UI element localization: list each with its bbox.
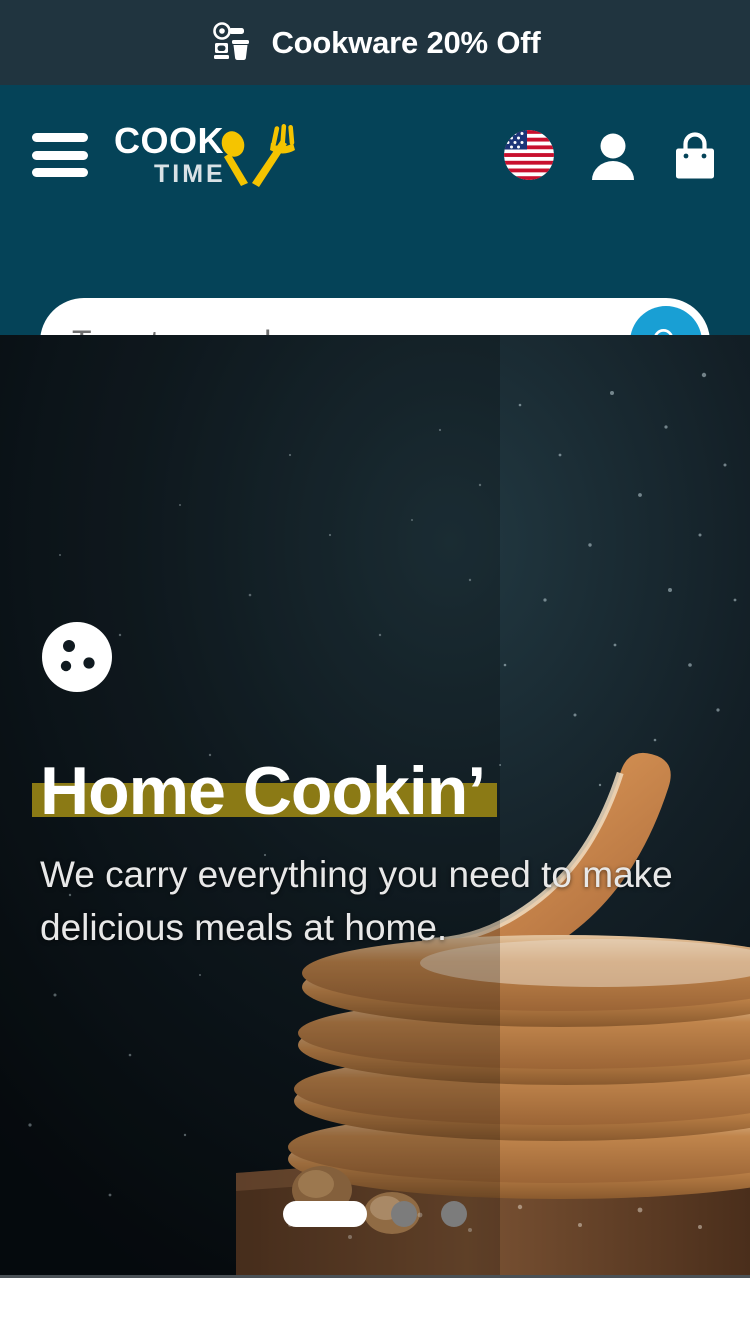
hamburger-bar xyxy=(32,150,88,160)
carousel-dot-2[interactable] xyxy=(391,1201,417,1227)
account-person-icon[interactable] xyxy=(590,130,636,180)
svg-text:TIME: TIME xyxy=(154,160,226,188)
site-logo[interactable]: COOK TIME xyxy=(114,120,309,190)
carousel-indicators xyxy=(0,1201,750,1227)
carousel-dot-3[interactable] xyxy=(441,1201,467,1227)
announcement-bar[interactable]: Cookware 20% Off xyxy=(0,0,750,85)
header-row: COOK TIME xyxy=(32,85,718,225)
hero-title: Home Cookin’ xyxy=(40,753,486,829)
cookware-icon xyxy=(212,21,249,60)
site-header: COOK TIME xyxy=(0,85,750,386)
header-right-group xyxy=(504,130,718,180)
cookie-icon xyxy=(42,622,112,692)
hamburger-bar xyxy=(32,168,88,177)
us-flag-icon[interactable] xyxy=(504,130,554,180)
hero-content: Home Cookin’ We carry everything you nee… xyxy=(32,620,700,954)
header-left-group: COOK TIME xyxy=(32,120,309,190)
hero-subtitle: We carry everything you need to make del… xyxy=(40,854,673,948)
hero-title-wrap: Home Cookin’ xyxy=(32,753,498,829)
hamburger-bar xyxy=(32,133,88,142)
svg-text:COOK: COOK xyxy=(114,120,224,161)
hero-carousel[interactable]: Home Cookin’ We carry everything you nee… xyxy=(0,335,750,1275)
spoon-fork-icon xyxy=(221,124,295,187)
announcement-text: Cookware 20% Off xyxy=(271,24,541,60)
page-body-below-hero xyxy=(0,1278,750,1334)
carousel-dot-1[interactable] xyxy=(283,1201,367,1227)
shopping-bag-icon[interactable] xyxy=(672,130,718,180)
hamburger-menu-icon[interactable] xyxy=(32,133,88,177)
